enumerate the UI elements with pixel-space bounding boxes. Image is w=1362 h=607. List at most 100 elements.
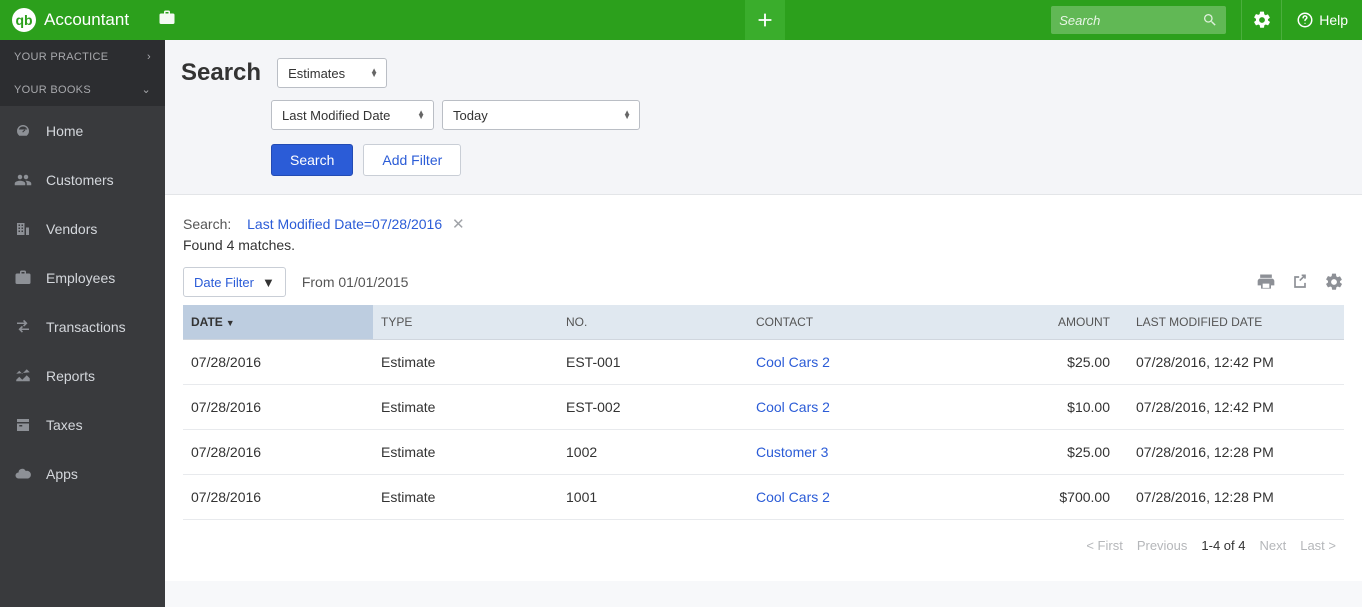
briefcase-icon[interactable] — [157, 9, 177, 32]
cell-no: EST-002 — [558, 385, 748, 430]
settings-button[interactable] — [1241, 0, 1281, 40]
top-right: Help — [1051, 0, 1362, 40]
chevron-down-icon: ⌄ — [141, 83, 151, 96]
field-select-value: Last Modified Date — [282, 108, 390, 123]
cell-type: Estimate — [373, 430, 558, 475]
sidebar: YOUR PRACTICE › YOUR BOOKS ⌄ Home Custom… — [0, 40, 165, 607]
page-title: Search — [181, 59, 261, 87]
col-no[interactable]: NO. — [558, 305, 748, 340]
results-area: Search: Last Modified Date=07/28/2016 ✕ … — [165, 195, 1362, 581]
sidebar-item-taxes[interactable]: Taxes — [0, 400, 165, 449]
sidebar-item-label: Vendors — [46, 221, 97, 237]
cell-lmd: 07/28/2016, 12:42 PM — [1118, 385, 1344, 430]
updown-caret-icon: ▲▼ — [370, 69, 378, 77]
table-settings-icon[interactable] — [1324, 272, 1344, 292]
pager-last[interactable]: Last > — [1300, 538, 1336, 553]
sidebar-item-reports[interactable]: Reports — [0, 351, 165, 400]
sidebar-item-vendors[interactable]: Vendors — [0, 204, 165, 253]
transactions-icon — [14, 318, 32, 336]
type-select-value: Estimates — [288, 66, 345, 81]
help-label: Help — [1319, 12, 1348, 28]
contact-link[interactable]: Cool Cars 2 — [756, 354, 830, 370]
col-date[interactable]: DATE▼ — [183, 305, 373, 340]
export-icon[interactable] — [1290, 272, 1310, 292]
pager-first[interactable]: < First — [1086, 538, 1122, 553]
cell-date: 07/28/2016 — [183, 340, 373, 385]
cell-no: 1002 — [558, 430, 748, 475]
sidebar-item-apps[interactable]: Apps — [0, 449, 165, 498]
results-toolbar: Date Filter ▼ From 01/01/2015 — [183, 267, 1344, 297]
date-filter-button[interactable]: Date Filter ▼ — [183, 267, 286, 297]
sidebar-item-label: Employees — [46, 270, 115, 286]
sidebar-item-label: Home — [46, 123, 83, 139]
cell-no: 1001 — [558, 475, 748, 520]
col-amount[interactable]: AMOUNT — [948, 305, 1118, 340]
cell-lmd: 07/28/2016, 12:42 PM — [1118, 340, 1344, 385]
table-row[interactable]: 07/28/2016Estimate1001Cool Cars 2$700.00… — [183, 475, 1344, 520]
table-row[interactable]: 07/28/2016EstimateEST-002 Cool Cars 2 $10.… — [183, 385, 1344, 430]
sidebar-item-label: Reports — [46, 368, 95, 384]
results-table: DATE▼ TYPE NO. CONTACT AMOUNT LAST MODIF… — [183, 305, 1344, 520]
search-summary-label: Search: — [183, 216, 231, 232]
cell-lmd: 07/28/2016, 12:28 PM — [1118, 430, 1344, 475]
filter-chip[interactable]: Last Modified Date=07/28/2016 — [247, 216, 442, 232]
search-summary: Search: Last Modified Date=07/28/2016 ✕ — [183, 215, 1344, 233]
briefcase-icon — [14, 269, 32, 287]
sidebar-section-practice-label: YOUR PRACTICE — [14, 51, 108, 63]
table-row[interactable]: 07/28/2016EstimateEST-001 Cool Cars 2 $25.… — [183, 340, 1344, 385]
pager-prev[interactable]: Previous — [1137, 538, 1188, 553]
cell-date: 07/28/2016 — [183, 385, 373, 430]
global-add-button[interactable] — [745, 0, 785, 40]
cell-amount: $10.00 — [948, 385, 1118, 430]
contact-link[interactable]: Cool Cars 2 — [756, 399, 830, 415]
help-button[interactable]: Help — [1281, 0, 1362, 40]
cell-amount: $700.00 — [948, 475, 1118, 520]
result-count: Found 4 matches. — [183, 237, 1344, 253]
taxes-icon — [14, 416, 32, 434]
qb-logo-icon: qb — [12, 8, 36, 32]
col-lmd[interactable]: LAST MODIFIED DATE — [1118, 305, 1344, 340]
pager-next[interactable]: Next — [1259, 538, 1286, 553]
col-type[interactable]: TYPE — [373, 305, 558, 340]
remove-filter-icon[interactable]: ✕ — [452, 216, 465, 233]
people-icon — [14, 171, 32, 189]
gauge-icon — [14, 122, 32, 140]
cell-type: Estimate — [373, 385, 558, 430]
search-button[interactable]: Search — [271, 144, 353, 176]
sidebar-item-transactions[interactable]: Transactions — [0, 302, 165, 351]
type-select[interactable]: Estimates ▲▼ — [277, 58, 387, 88]
cell-no: EST-001 — [558, 340, 748, 385]
search-panel: Search Estimates ▲▼ Last Modified Date ▲… — [165, 40, 1362, 195]
logo-area: qb Accountant — [0, 8, 189, 32]
add-filter-button[interactable]: Add Filter — [363, 144, 461, 176]
field-select[interactable]: Last Modified Date ▲▼ — [271, 100, 434, 130]
cell-type: Estimate — [373, 340, 558, 385]
print-icon[interactable] — [1256, 272, 1276, 292]
cell-type: Estimate — [373, 475, 558, 520]
cell-amount: $25.00 — [948, 430, 1118, 475]
cell-contact: Cool Cars 2 — [748, 475, 948, 520]
global-search-input[interactable] — [1059, 13, 1202, 28]
contact-link[interactable]: Customer 3 — [756, 444, 828, 460]
date-filter-label: Date Filter — [194, 275, 254, 290]
sidebar-item-customers[interactable]: Customers — [0, 155, 165, 204]
building-icon — [14, 220, 32, 238]
cloud-icon — [14, 465, 32, 483]
range-select[interactable]: Today ▲▼ — [442, 100, 640, 130]
sort-desc-icon: ▼ — [226, 318, 235, 328]
contact-link[interactable]: Cool Cars 2 — [756, 489, 830, 505]
pager-range: 1-4 of 4 — [1201, 538, 1245, 553]
sidebar-section-practice[interactable]: YOUR PRACTICE › — [0, 40, 165, 73]
table-row[interactable]: 07/28/2016Estimate1002Customer 3$25.0007… — [183, 430, 1344, 475]
chevron-right-icon: › — [147, 51, 151, 63]
sidebar-section-books-label: YOUR BOOKS — [14, 84, 91, 96]
table-header-row: DATE▼ TYPE NO. CONTACT AMOUNT LAST MODIF… — [183, 305, 1344, 340]
col-contact[interactable]: CONTACT — [748, 305, 948, 340]
sidebar-item-home[interactable]: Home — [0, 106, 165, 155]
app-title: Accountant — [44, 10, 129, 30]
global-search[interactable] — [1051, 6, 1226, 34]
sidebar-item-label: Transactions — [46, 319, 126, 335]
sidebar-item-employees[interactable]: Employees — [0, 253, 165, 302]
sidebar-section-books[interactable]: YOUR BOOKS ⌄ — [0, 73, 165, 106]
cell-amount: $25.00 — [948, 340, 1118, 385]
